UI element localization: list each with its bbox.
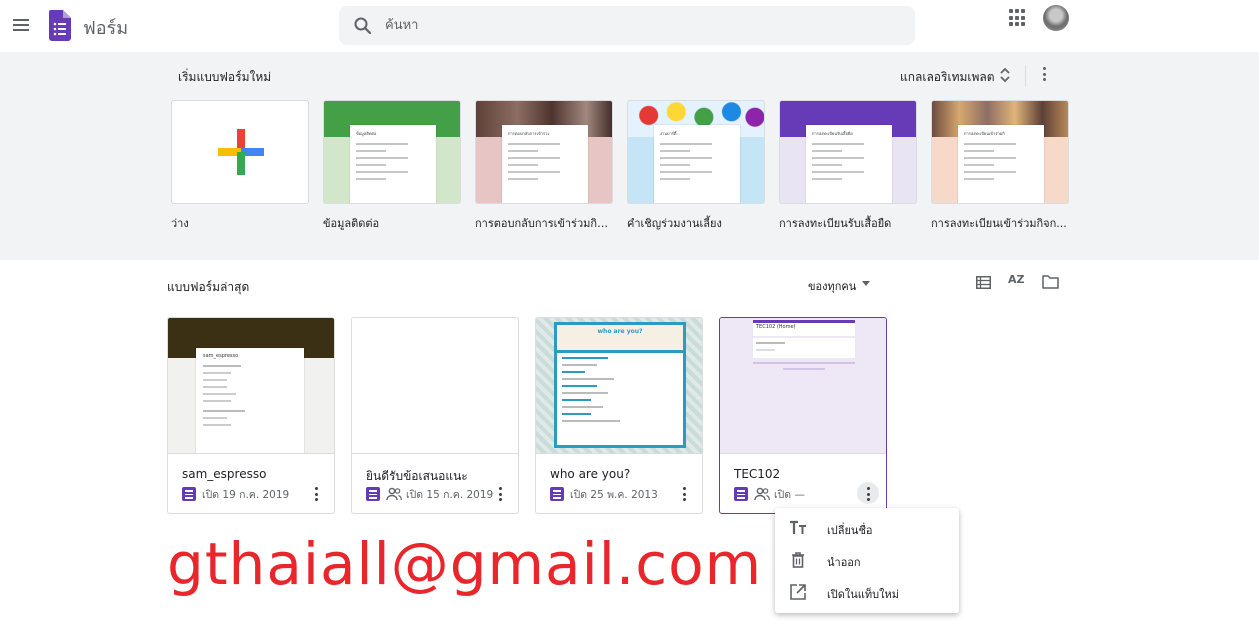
open-in-new-icon: [790, 584, 806, 600]
template-party-invite[interactable]: งานปาร์ตี้ คำเชิญร่วมงานเลี้ยง: [627, 100, 765, 232]
template-label: การลงทะเบียนรับเสื้อยืด: [779, 217, 892, 230]
form-title: who are you?: [550, 467, 631, 481]
more-vert-icon[interactable]: [673, 482, 695, 504]
main-menu-icon[interactable]: [12, 16, 32, 34]
form-title: sam_espresso: [182, 467, 267, 481]
menu-item-label: นำออก: [827, 556, 861, 569]
text-rename-icon: [790, 520, 806, 534]
last-opened-date: เปิด 15 ก.ค. 2019: [406, 488, 494, 501]
template-preview-title: การตอบกลับการเข้าร่วมกิจกรรม: [508, 131, 549, 136]
template-thumbnail[interactable]: การลงทะเบียนรับเสื้อยืด: [779, 100, 917, 204]
form-meta: เปิด 19 ก.ค. 2019: [182, 486, 289, 502]
template-preview-title: งานปาร์ตี้: [660, 131, 677, 136]
thumbnail-title: who are you?: [557, 325, 683, 353]
more-vert-icon[interactable]: [857, 482, 879, 504]
template-label: ข้อมูลติดต่อ: [323, 217, 380, 230]
form-thumbnail: sam_espresso: [168, 318, 334, 454]
folder-icon[interactable]: [1042, 275, 1059, 289]
menu-item-remove[interactable]: นำออก: [775, 544, 959, 576]
last-opened-date: เปิด 19 ก.ค. 2019: [202, 488, 290, 501]
template-label: การตอบกลับการเข้าร่วมกิจ...: [475, 217, 613, 230]
email-watermark: gthaiall@gmail.com: [167, 530, 763, 598]
owner-filter-dropdown[interactable]: ของทุกคน: [808, 277, 856, 295]
google-apps-icon[interactable]: [1009, 9, 1027, 27]
form-title: TEC102: [734, 467, 781, 481]
template-blank[interactable]: ว่าง: [171, 100, 309, 232]
form-meta: เปิด —: [734, 486, 805, 502]
sort-az-icon[interactable]: AZ: [1008, 274, 1026, 292]
app-header: ฟอร์ม: [0, 0, 1259, 52]
forms-file-icon: [366, 487, 380, 501]
thumbnail-title: sam_espresso: [203, 353, 239, 359]
template-event-rsvp[interactable]: การตอบกลับการเข้าร่วมกิจกรรม การตอบกลับก…: [475, 100, 613, 232]
form-title: ยินดีรับข้อเสนอแนะ: [366, 469, 468, 483]
forms-file-icon: [734, 487, 748, 501]
template-preview: ข้อมูลติดต่อ: [350, 125, 436, 203]
shared-people-icon: [386, 487, 402, 501]
template-preview: การลงทะเบียนรับเสื้อยืด: [806, 125, 892, 203]
menu-item-open-new-tab[interactable]: เปิดในแท็บใหม่: [775, 576, 959, 608]
template-thumbnail[interactable]: [171, 100, 309, 204]
dropdown-caret-icon[interactable]: [862, 281, 870, 286]
expand-collapse-icon[interactable]: [998, 67, 1012, 83]
menu-item-label: เปลี่ยนชื่อ: [827, 524, 873, 537]
form-meta: เปิด 15 ก.ค. 2019: [366, 486, 493, 502]
form-thumbnail: [352, 318, 518, 454]
search-icon[interactable]: [353, 16, 373, 36]
search-input[interactable]: [385, 14, 885, 36]
forms-file-icon: [182, 487, 196, 501]
shared-people-icon: [754, 487, 770, 501]
plus-icon: [218, 129, 264, 175]
form-card-tec102[interactable]: TEC102 (Home) TEC102 เปิด —: [719, 317, 887, 514]
gallery-title: เริ่มแบบฟอร์มใหม่: [178, 70, 272, 84]
form-meta: เปิด 25 พ.ค. 2013: [550, 486, 658, 502]
template-contact-info[interactable]: ข้อมูลติดต่อ ข้อมูลติดต่อ: [323, 100, 461, 232]
template-preview: งานปาร์ตี้: [654, 125, 740, 203]
template-preview: การตอบกลับการเข้าร่วมกิจกรรม: [502, 125, 588, 203]
last-opened-date: เปิด —: [774, 488, 805, 501]
template-preview-title: ข้อมูลติดต่อ: [356, 131, 377, 136]
template-event-registration[interactable]: การลงทะเบียนเข้าร่วมกิจกรรม การลงทะเบียน…: [931, 100, 1069, 232]
form-card-feedback[interactable]: ยินดีรับข้อเสนอแนะ เปิด 15 ก.ค. 2019: [351, 317, 519, 514]
form-card-who-are-you[interactable]: who are you? who are you? เปิด 25 พ.ค. 2…: [535, 317, 703, 514]
more-vert-icon[interactable]: [489, 482, 511, 504]
menu-item-rename[interactable]: เปลี่ยนชื่อ: [775, 512, 959, 544]
recent-forms-title: แบบฟอร์มล่าสุด: [167, 280, 250, 294]
more-vert-icon[interactable]: [1040, 67, 1048, 85]
template-gallery-button[interactable]: แกลเลอริเทมเพลต: [900, 68, 995, 87]
template-preview: การลงทะเบียนเข้าร่วมกิจกรรม: [958, 125, 1044, 203]
last-opened-date: เปิด 25 พ.ค. 2013: [570, 488, 658, 501]
account-avatar[interactable]: [1043, 5, 1069, 31]
form-thumbnail: who are you?: [536, 318, 702, 454]
template-label: คำเชิญร่วมงานเลี้ยง: [627, 217, 722, 230]
template-preview-title: การลงทะเบียนรับเสื้อยืด: [812, 131, 853, 136]
trash-icon: [792, 552, 804, 568]
template-thumbnail[interactable]: งานปาร์ตี้: [627, 100, 765, 204]
more-vert-icon[interactable]: [305, 482, 327, 504]
list-view-icon[interactable]: [976, 276, 991, 289]
search-bar[interactable]: [339, 6, 915, 45]
template-gallery: เริ่มแบบฟอร์มใหม่ แกลเลอริเทมเพลต ว่าง ข…: [0, 52, 1259, 260]
app-title[interactable]: ฟอร์ม: [83, 13, 128, 42]
forms-logo-icon[interactable]: [49, 10, 71, 41]
template-label: ว่าง: [171, 217, 189, 230]
template-thumbnail[interactable]: ข้อมูลติดต่อ: [323, 100, 461, 204]
template-preview-title: การลงทะเบียนเข้าร่วมกิจกรรม: [964, 131, 1005, 136]
card-context-menu: เปลี่ยนชื่อ นำออก เปิดในแท็บใหม่: [775, 508, 959, 613]
template-tshirt-signup[interactable]: การลงทะเบียนรับเสื้อยืด การลงทะเบียนรับเ…: [779, 100, 917, 232]
forms-file-icon: [550, 487, 564, 501]
toolbar-divider: [1025, 65, 1026, 87]
template-label: การลงทะเบียนเข้าร่วมกิจก...: [931, 217, 1067, 230]
form-card-sam-espresso[interactable]: sam_espresso sam_espresso เปิด 19 ก.ค. 2…: [167, 317, 335, 514]
template-thumbnail[interactable]: การตอบกลับการเข้าร่วมกิจกรรม: [475, 100, 613, 204]
thumbnail-title: TEC102 (Home): [756, 324, 796, 330]
menu-item-label: เปิดในแท็บใหม่: [827, 588, 899, 601]
form-thumbnail: TEC102 (Home): [720, 318, 886, 454]
template-thumbnail[interactable]: การลงทะเบียนเข้าร่วมกิจกรรม: [931, 100, 1069, 204]
